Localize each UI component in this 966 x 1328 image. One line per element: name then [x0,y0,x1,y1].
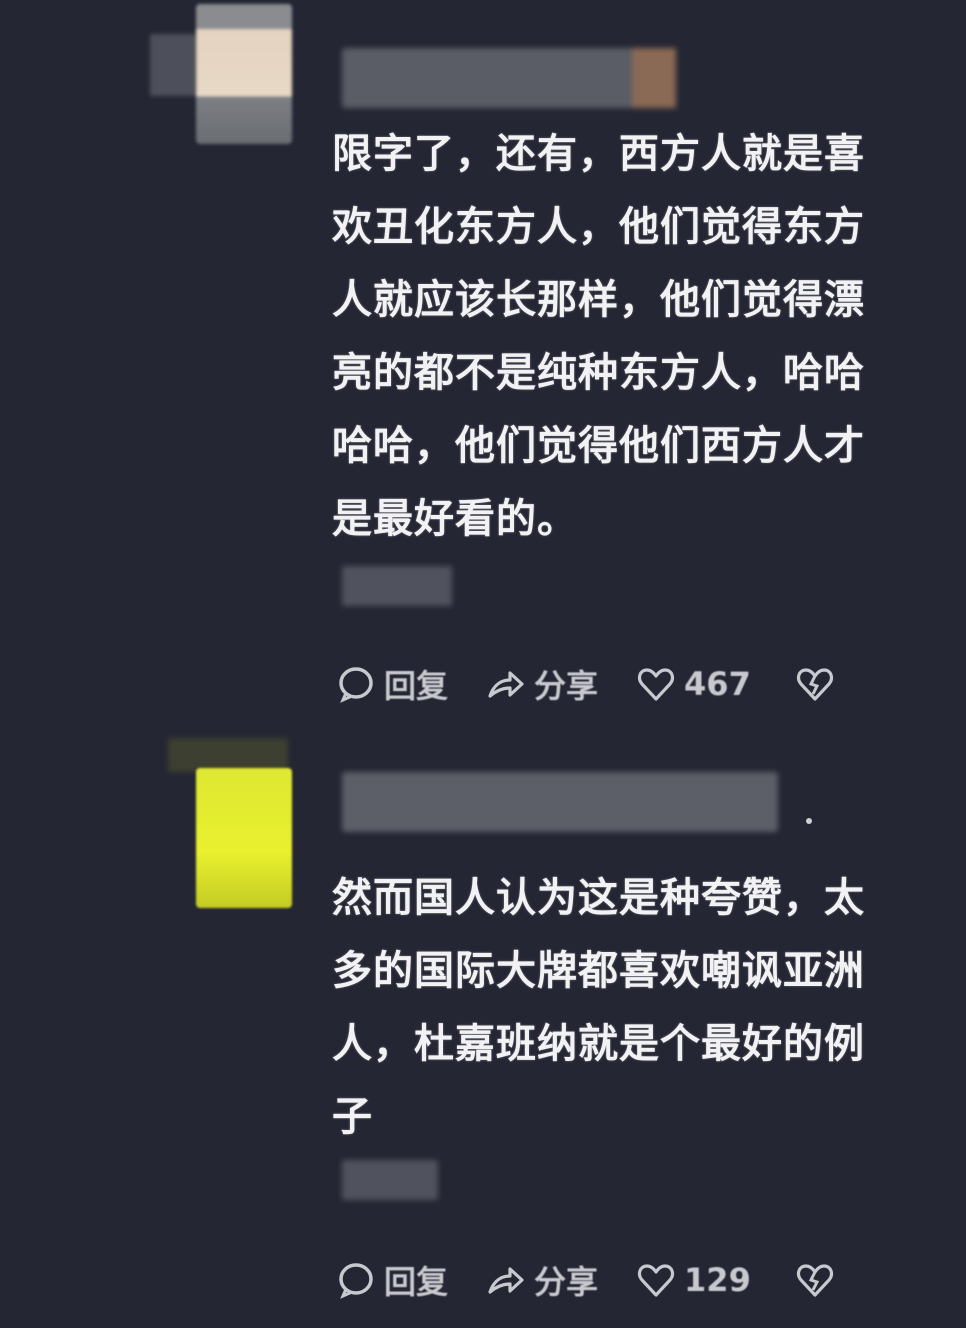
comment-item: 限字了，还有，西方人就是喜 欢丑化东方人，他们觉得东方 人就应该长那样，他们觉得… [0,0,966,720]
comment-text: 限字了，还有，西方人就是喜 欢丑化东方人，他们觉得东方 人就应该长那样，他们觉得… [332,131,865,542]
heart-icon [637,1264,675,1297]
dislike-button[interactable] [795,664,843,704]
avatar[interactable] [196,768,292,908]
heart-icon [637,668,675,701]
avatar-blur-artifact [168,738,288,772]
reply-label: 回复 [384,667,449,705]
username-redacted[interactable] [342,48,676,108]
reply-button[interactable]: 回复 [336,661,448,707]
timestamp-redacted [342,566,452,606]
reply-label: 回复 [384,1263,449,1301]
share-label: 分享 [534,667,599,705]
like-button[interactable]: 467 [636,664,751,704]
comment-actions: 回复 分享 129 [336,1258,881,1302]
separator-dot [806,818,812,824]
share-label: 分享 [534,1263,599,1301]
share-button[interactable]: 分享 [486,661,598,707]
comment-actions: 回复 分享 467 [336,662,881,706]
comment-bubble-icon [339,1263,373,1299]
share-button[interactable]: 分享 [486,1257,598,1303]
dislike-button[interactable] [795,1260,843,1300]
broken-heart-icon [796,1264,833,1297]
like-count: 467 [684,665,751,703]
like-count: 129 [684,1261,751,1299]
username-redacted[interactable] [342,772,778,832]
broken-heart-icon [796,668,833,701]
avatar[interactable] [196,4,292,144]
share-arrow-icon [488,671,524,698]
comment-bubble-icon [339,667,373,703]
comment-text: 然而国人认为这是种夸赞，太 多的国际大牌都喜欢嘲讽亚洲 人，杜嘉班纳就是个最好的… [332,875,865,1140]
avatar-blur-artifact [150,34,198,96]
reply-button[interactable]: 回复 [336,1257,448,1303]
like-button[interactable]: 129 [636,1260,751,1300]
timestamp-redacted [342,1160,438,1200]
share-arrow-icon [488,1267,524,1294]
